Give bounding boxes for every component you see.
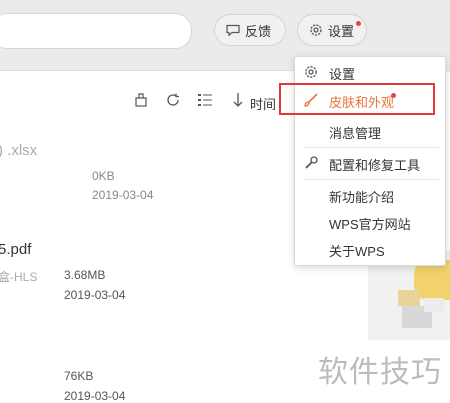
notification-badge: [356, 21, 361, 26]
sort-by-time-label[interactable]: 时间: [250, 94, 276, 113]
file-name: ) .xlsx: [0, 142, 38, 159]
file-size: 3.68MB: [64, 268, 106, 282]
menu-divider: [303, 179, 439, 180]
list-view-icon[interactable]: [197, 92, 213, 111]
settings-button[interactable]: 设置: [297, 14, 367, 46]
file-name: 5.pdf: [0, 241, 32, 258]
menu-item-label: WPS官方网站: [329, 217, 411, 232]
chat-bubble-icon: [225, 22, 241, 38]
file-date: 2019-03-04: [64, 288, 126, 302]
file-owner: 盒-HLS: [0, 270, 38, 284]
menu-item-new-features[interactable]: 新功能介绍: [295, 182, 445, 208]
menu-item-message-management[interactable]: 消息管理: [295, 118, 445, 144]
gear-icon: [303, 64, 319, 80]
menu-item-label: 消息管理: [329, 126, 382, 141]
menu-item-repair-tool[interactable]: 配置和修复工具: [295, 150, 445, 176]
menu-divider: [303, 147, 439, 148]
file-size: 0KB: [92, 169, 115, 183]
menu-item-label: 新功能介绍: [329, 190, 395, 205]
settings-label: 设置: [328, 23, 355, 39]
annotation-highlight-box: [279, 83, 435, 115]
file-date: 2019-03-04: [92, 188, 154, 202]
menu-item-settings[interactable]: 设置: [295, 59, 445, 85]
gear-icon: [308, 22, 324, 38]
search-input[interactable]: [0, 13, 192, 49]
menu-item-label: 设置: [329, 67, 356, 82]
sort-arrow-icon[interactable]: [231, 92, 245, 111]
menu-item-official-website[interactable]: WPS官方网站: [295, 209, 445, 235]
menu-item-about-wps[interactable]: 关于WPS: [295, 236, 445, 262]
menu-item-label: 配置和修复工具: [329, 158, 421, 173]
menu-item-label: 关于WPS: [329, 244, 385, 259]
feedback-button[interactable]: 反馈: [214, 14, 286, 46]
file-size: 76KB: [64, 369, 94, 383]
watermark-text: 软件技巧: [318, 356, 442, 389]
wrench-icon: [303, 155, 319, 171]
clean-icon[interactable]: [133, 92, 149, 111]
refresh-icon[interactable]: [165, 92, 181, 111]
feedback-label: 反馈: [245, 23, 272, 39]
